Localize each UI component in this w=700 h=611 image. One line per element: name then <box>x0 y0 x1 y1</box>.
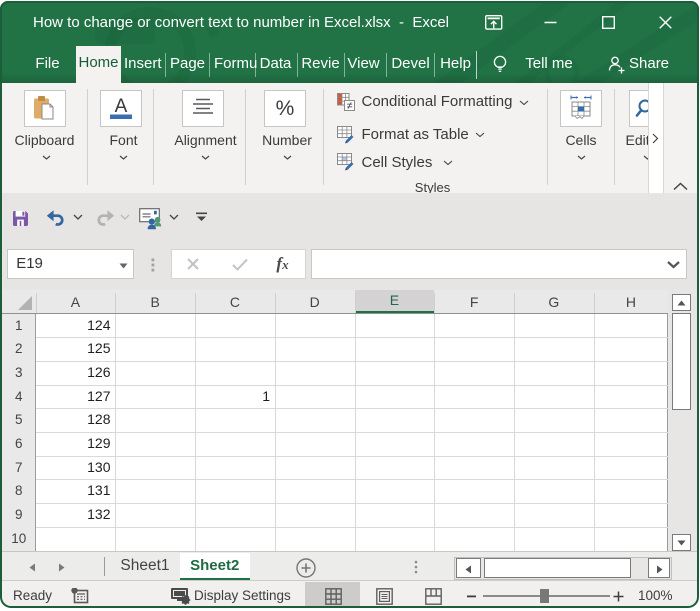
svg-text:≠: ≠ <box>347 100 353 111</box>
svg-text:A: A <box>115 96 128 117</box>
svg-text:%: % <box>276 97 295 120</box>
